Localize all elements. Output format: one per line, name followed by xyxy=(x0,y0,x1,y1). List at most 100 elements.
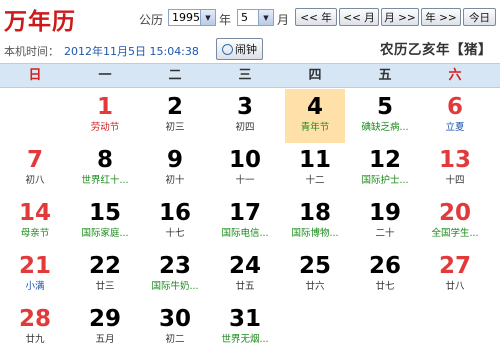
day-subtitle: 初二 xyxy=(165,334,185,345)
day-cell[interactable]: 8 世界红十... xyxy=(75,142,135,196)
day-number: 9 xyxy=(166,147,183,173)
day-cell[interactable]: 28 廿九 xyxy=(5,301,65,355)
day-cell[interactable]: 25 廿六 xyxy=(285,248,345,302)
day-number: 1 xyxy=(96,94,113,120)
day-number: 25 xyxy=(298,253,331,279)
day-number: 23 xyxy=(158,253,191,279)
day-subtitle: 国际博物... xyxy=(291,228,339,239)
day-cell[interactable]: 14 母亲节 xyxy=(5,195,65,249)
day-subtitle: 国际牛奶... xyxy=(151,281,199,292)
day-subtitle: 廿五 xyxy=(235,281,255,292)
day-number: 5 xyxy=(376,94,393,120)
day-number: 12 xyxy=(368,147,401,173)
day-number: 15 xyxy=(88,200,121,226)
day-subtitle: 廿七 xyxy=(375,281,395,292)
day-cell-today[interactable]: 4 青年节 xyxy=(285,89,345,143)
weekday-tuesday: 二 xyxy=(168,68,182,83)
weekday-wednesday: 三 xyxy=(238,68,252,83)
day-cell[interactable]: 7 初八 xyxy=(5,142,65,196)
day-subtitle: 十一 xyxy=(235,175,255,186)
day-number: 11 xyxy=(298,147,331,173)
day-subtitle: 国际家庭... xyxy=(81,228,129,239)
prev-year-button[interactable]: << 年 xyxy=(295,8,337,26)
next-year-button[interactable]: 年 >> xyxy=(421,8,461,26)
calendar-grid: 1 劳动节 2 初三 3 初四 4 青年节 5 碘缺乏病... 6 立夏 7 初八 8 世界红十... 9 初十 1… xyxy=(0,88,500,358)
day-subtitle: 二十 xyxy=(375,228,395,239)
alarm-button[interactable]: 闹钟 xyxy=(216,38,263,60)
day-cell[interactable]: 2 初三 xyxy=(145,89,205,143)
prev-month-button[interactable]: << 月 xyxy=(339,8,379,26)
month-select-value: 5 xyxy=(241,11,248,24)
day-subtitle: 廿八 xyxy=(445,281,465,292)
weekday-thursday: 四 xyxy=(308,68,322,83)
day-cell[interactable]: 12 国际护士... xyxy=(355,142,415,196)
day-subtitle: 劳动节 xyxy=(90,122,120,133)
day-cell[interactable]: 11 十二 xyxy=(285,142,345,196)
day-number: 3 xyxy=(236,94,253,120)
day-number: 18 xyxy=(298,200,331,226)
day-cell[interactable]: 22 廿三 xyxy=(75,248,135,302)
weekday-monday: 一 xyxy=(98,68,112,83)
day-number: 29 xyxy=(88,306,121,332)
day-number: 28 xyxy=(18,306,51,332)
day-number: 10 xyxy=(228,147,261,173)
day-cell[interactable]: 9 初十 xyxy=(145,142,205,196)
day-cell[interactable]: 27 廿八 xyxy=(425,248,485,302)
day-cell[interactable]: 30 初二 xyxy=(145,301,205,355)
day-cell[interactable]: 1 劳动节 xyxy=(75,89,135,143)
day-number: 24 xyxy=(228,253,261,279)
day-number: 16 xyxy=(158,200,191,226)
day-cell[interactable]: 10 十一 xyxy=(215,142,275,196)
day-number: 20 xyxy=(438,200,471,226)
day-cell[interactable]: 21 小满 xyxy=(5,248,65,302)
day-subtitle: 五月 xyxy=(95,334,115,345)
year-select-value: 1995 xyxy=(172,11,200,24)
alarm-clock-icon xyxy=(222,43,233,55)
next-month-button[interactable]: 月 >> xyxy=(381,8,419,26)
year-label: 年 xyxy=(219,13,232,27)
day-cell[interactable]: 20 全国学生... xyxy=(425,195,485,249)
day-subtitle: 初十 xyxy=(165,175,185,186)
day-cell[interactable]: 29 五月 xyxy=(75,301,135,355)
day-cell[interactable]: 19 二十 xyxy=(355,195,415,249)
day-subtitle: 全国学生... xyxy=(431,228,479,239)
day-number: 30 xyxy=(158,306,191,332)
day-subtitle: 世界红十... xyxy=(81,175,129,186)
day-number: 26 xyxy=(368,253,401,279)
day-subtitle: 十二 xyxy=(305,175,325,186)
day-subtitle: 立夏 xyxy=(445,122,465,133)
day-subtitle: 廿九 xyxy=(25,334,45,345)
day-subtitle: 初三 xyxy=(165,122,185,133)
day-number: 4 xyxy=(306,94,323,120)
day-subtitle: 世界无烟... xyxy=(221,334,269,345)
day-subtitle: 廿六 xyxy=(305,281,325,292)
day-subtitle: 碘缺乏病... xyxy=(361,122,409,133)
day-cell[interactable]: 15 国际家庭... xyxy=(75,195,135,249)
year-select[interactable]: 1995 ▼ xyxy=(168,9,216,26)
day-subtitle: 小满 xyxy=(25,281,45,292)
day-subtitle: 初四 xyxy=(235,122,255,133)
month-select[interactable]: 5 ▼ xyxy=(237,9,274,26)
weekday-saturday: 六 xyxy=(448,68,462,83)
day-cell[interactable]: 31 世界无烟... xyxy=(215,301,275,355)
day-cell[interactable]: 3 初四 xyxy=(215,89,275,143)
day-number: 14 xyxy=(18,200,51,226)
day-number: 21 xyxy=(18,253,51,279)
day-cell[interactable]: 5 碘缺乏病... xyxy=(355,89,415,143)
today-button[interactable]: 今日 xyxy=(463,8,496,26)
day-cell[interactable]: 26 廿七 xyxy=(355,248,415,302)
weekday-friday: 五 xyxy=(378,68,392,83)
day-number: 13 xyxy=(438,147,471,173)
day-cell[interactable]: 16 十七 xyxy=(145,195,205,249)
day-cell[interactable]: 18 国际博物... xyxy=(285,195,345,249)
day-cell[interactable]: 24 廿五 xyxy=(215,248,275,302)
day-cell[interactable]: 6 立夏 xyxy=(425,89,485,143)
day-number: 6 xyxy=(446,94,463,120)
day-subtitle: 十四 xyxy=(445,175,465,186)
day-cell[interactable]: 23 国际牛奶... xyxy=(145,248,205,302)
day-cell[interactable]: 13 十四 xyxy=(425,142,485,196)
day-cell[interactable]: 17 国际电信... xyxy=(215,195,275,249)
day-subtitle: 青年节 xyxy=(300,122,330,133)
day-number: 19 xyxy=(368,200,401,226)
day-number: 31 xyxy=(228,306,261,332)
